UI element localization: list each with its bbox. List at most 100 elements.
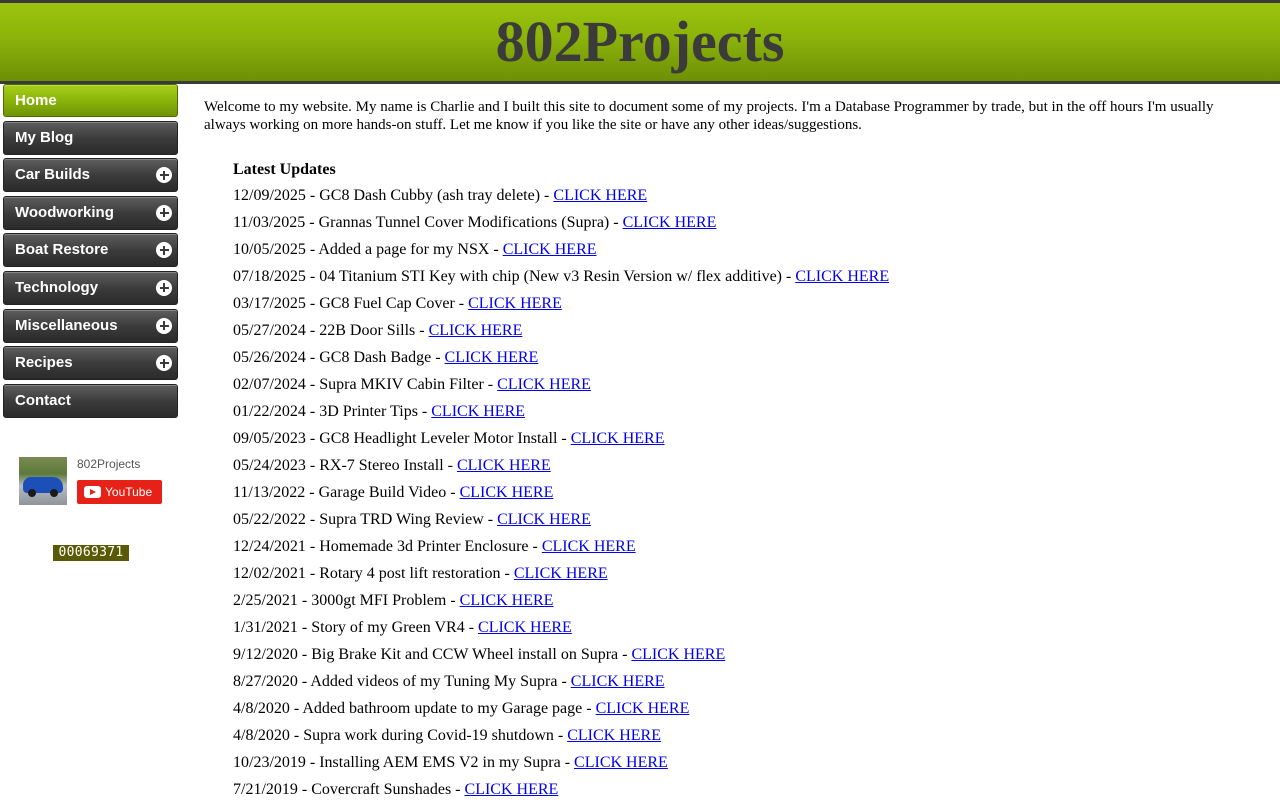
updates-heading: Latest Updates [233, 161, 336, 178]
update-click-here-link[interactable]: CLICK HERE [431, 403, 525, 420]
update-click-here-link[interactable]: CLICK HERE [497, 376, 591, 393]
update-row: 10/05/2025 - Added a page for my NSX - C… [233, 240, 597, 260]
update-text: 11/03/2025 - Grannas Tunnel Cover Modifi… [233, 214, 623, 231]
nav-item-label: Car Builds [15, 166, 91, 184]
update-text: 07/18/2025 - 04 Titanium STI Key with ch… [233, 268, 796, 285]
nav-item-label: Home [15, 92, 57, 109]
update-text: 2/25/2021 - 3000gt MFI Problem - [233, 592, 460, 609]
nav-item-recipes[interactable]: Recipes [3, 346, 178, 381]
expand-plus-icon[interactable] [156, 204, 172, 221]
expand-plus-icon[interactable] [156, 279, 172, 296]
youtube-subscribe-button[interactable]: YouTube [77, 480, 162, 504]
update-text: 05/24/2023 - RX-7 Stereo Install - [233, 457, 457, 474]
update-text: 8/27/2020 - Added videos of my Tuning My… [233, 673, 571, 690]
latest-updates: Latest Updates 12/09/2025 - GC8 Dash Cub… [233, 160, 1133, 798]
nav-item-technology[interactable]: Technology [3, 270, 178, 305]
youtube-button-label: YouTube [105, 485, 153, 499]
nav-item-miscellaneous[interactable]: Miscellaneous [3, 308, 178, 343]
update-row: 8/27/2020 - Added videos of my Tuning My… [233, 672, 665, 692]
nav-item-label: Technology [15, 278, 99, 296]
update-text: 01/22/2024 - 3D Printer Tips - [233, 403, 432, 420]
update-click-here-link[interactable]: CLICK HERE [571, 430, 665, 447]
update-row: 4/8/2020 - Added bathroom update to my G… [233, 699, 689, 719]
update-row: 11/03/2025 - Grannas Tunnel Cover Modifi… [233, 213, 716, 233]
update-click-here-link[interactable]: CLICK HERE [542, 538, 636, 555]
update-click-here-link[interactable]: CLICK HERE [465, 781, 559, 798]
update-text: 09/05/2023 - GC8 Headlight Leveler Motor… [233, 430, 571, 447]
update-click-here-link[interactable]: CLICK HERE [429, 322, 523, 339]
update-row: 02/07/2024 - Supra MKIV Cabin Filter - C… [233, 375, 591, 395]
update-click-here-link[interactable]: CLICK HERE [795, 268, 889, 285]
update-row: 09/05/2023 - GC8 Headlight Leveler Motor… [233, 429, 665, 449]
intro-text: Welcome to my website. My name is Charli… [204, 99, 1214, 133]
update-row: 10/23/2019 - Installing AEM EMS V2 in my… [233, 753, 668, 773]
site-header: 802Projects [0, 0, 1280, 84]
update-click-here-link[interactable]: CLICK HERE [460, 592, 554, 609]
update-click-here-link[interactable]: CLICK HERE [574, 754, 668, 771]
update-text: 12/02/2021 - Rotary 4 post lift restorat… [233, 565, 514, 582]
site-title[interactable]: 802Projects [0, 3, 1280, 81]
update-click-here-link[interactable]: CLICK HERE [468, 295, 562, 312]
nav-item-home[interactable]: Home [3, 84, 178, 117]
update-row: 12/24/2021 - Homemade 3d Printer Enclosu… [233, 537, 636, 557]
nav-item-my-blog[interactable]: My Blog [3, 120, 178, 155]
update-text: 4/8/2020 - Supra work during Covid-19 sh… [233, 727, 568, 744]
update-click-here-link[interactable]: CLICK HERE [503, 241, 597, 258]
update-click-here-link[interactable]: CLICK HERE [567, 727, 661, 744]
nav-item-label: My Blog [15, 128, 74, 146]
nav-item-woodworking[interactable]: Woodworking [3, 195, 178, 230]
update-text: 9/12/2020 - Big Brake Kit and CCW Wheel … [233, 646, 632, 663]
expand-plus-icon[interactable] [156, 317, 172, 334]
update-click-here-link[interactable]: CLICK HERE [631, 646, 725, 663]
update-row: 12/02/2021 - Rotary 4 post lift restorat… [233, 564, 608, 584]
update-text: 7/21/2019 - Covercraft Sunshades - [233, 781, 465, 798]
wheel-icon [50, 489, 58, 497]
nav-item-boat-restore[interactable]: Boat Restore [3, 233, 178, 268]
update-click-here-link[interactable]: CLICK HERE [623, 214, 717, 231]
update-row: 07/18/2025 - 04 Titanium STI Key with ch… [233, 267, 889, 287]
update-text: 10/05/2025 - Added a page for my NSX - [233, 241, 503, 258]
update-row: 9/12/2020 - Big Brake Kit and CCW Wheel … [233, 645, 725, 665]
sidebar-nav: Home My Blog Car Builds Woodworking Boat… [3, 84, 178, 421]
update-text: 4/8/2020 - Added bathroom update to my G… [233, 700, 596, 717]
main-content: Welcome to my website. My name is Charli… [204, 98, 1244, 798]
update-click-here-link[interactable]: CLICK HERE [457, 457, 551, 474]
update-text: 05/22/2022 - Supra TRD Wing Review - [233, 511, 498, 528]
update-click-here-link[interactable]: CLICK HERE [478, 619, 572, 636]
update-click-here-link[interactable]: CLICK HERE [460, 484, 554, 501]
update-click-here-link[interactable]: CLICK HERE [571, 673, 665, 690]
update-row: 4/8/2020 - Supra work during Covid-19 sh… [233, 726, 661, 746]
nav-item-contact[interactable]: Contact [3, 383, 178, 418]
update-click-here-link[interactable]: CLICK HERE [497, 511, 591, 528]
update-row: 05/26/2024 - GC8 Dash Badge - CLICK HERE [233, 348, 538, 368]
update-click-here-link[interactable]: CLICK HERE [596, 700, 690, 717]
update-row: 1/31/2021 - Story of my Green VR4 - CLIC… [233, 618, 572, 638]
nav-item-label: Recipes [15, 354, 73, 372]
expand-plus-icon[interactable] [156, 355, 172, 372]
update-click-here-link[interactable]: CLICK HERE [514, 565, 608, 582]
nav-item-label: Contact [15, 391, 71, 409]
update-row: 2/25/2021 - 3000gt MFI Problem - CLICK H… [233, 591, 553, 611]
update-click-here-link[interactable]: CLICK HERE [445, 349, 539, 366]
update-row: 03/17/2025 - GC8 Fuel Cap Cover - CLICK … [233, 294, 562, 314]
nav-item-label: Boat Restore [15, 241, 109, 259]
nav-item-car-builds[interactable]: Car Builds [3, 158, 178, 193]
youtube-play-icon [84, 486, 101, 498]
channel-avatar[interactable] [19, 457, 67, 505]
update-text: 03/17/2025 - GC8 Fuel Cap Cover - [233, 295, 469, 312]
update-row: 12/09/2025 - GC8 Dash Cubby (ash tray de… [233, 186, 647, 206]
update-text: 12/24/2021 - Homemade 3d Printer Enclosu… [233, 538, 542, 555]
update-row: 05/24/2023 - RX-7 Stereo Install - CLICK… [233, 456, 551, 476]
nav-item-label: Miscellaneous [15, 316, 118, 334]
update-row: 05/27/2024 - 22B Door Sills - CLICK HERE [233, 321, 522, 341]
expand-plus-icon[interactable] [156, 167, 172, 184]
youtube-channel-name[interactable]: 802Projects [77, 457, 140, 471]
update-text: 10/23/2019 - Installing AEM EMS V2 in my… [233, 754, 575, 771]
youtube-subscribe-widget: 802Projects YouTube [19, 457, 179, 507]
update-row: 05/22/2022 - Supra TRD Wing Review - CLI… [233, 510, 591, 530]
update-text: 05/26/2024 - GC8 Dash Badge - [233, 349, 445, 366]
update-text: 12/09/2025 - GC8 Dash Cubby (ash tray de… [233, 187, 554, 204]
update-click-here-link[interactable]: CLICK HERE [553, 187, 647, 204]
update-text: 05/27/2024 - 22B Door Sills - [233, 322, 429, 339]
expand-plus-icon[interactable] [156, 242, 172, 259]
